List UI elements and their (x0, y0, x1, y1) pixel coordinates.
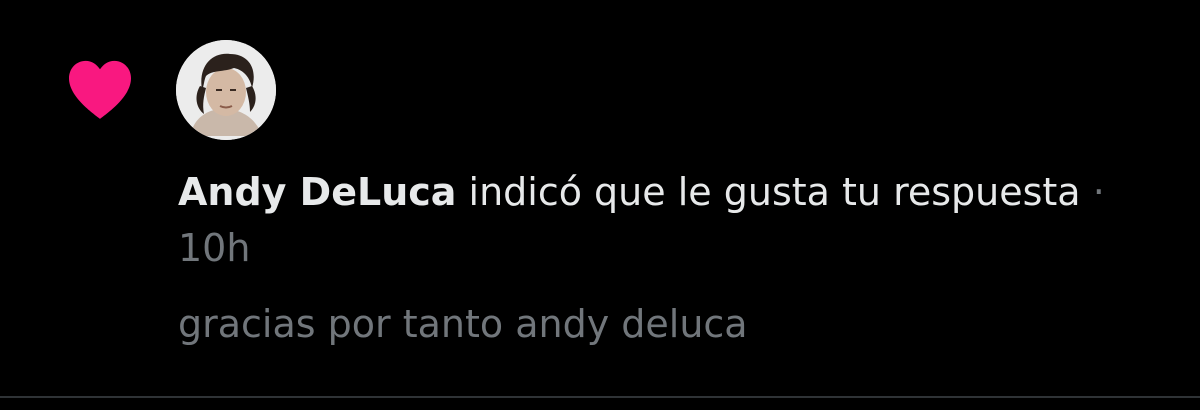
action-text: indicó que le gusta tu respuesta (468, 170, 1081, 214)
timestamp[interactable]: 10h (178, 226, 250, 270)
avatar[interactable] (176, 40, 276, 140)
avatar-image (176, 40, 276, 140)
notification-message: Andy DeLuca indicó que le gusta tu respu… (178, 164, 1158, 276)
author-name[interactable]: Andy DeLuca (178, 170, 456, 214)
divider (0, 396, 1200, 398)
separator: · (1092, 170, 1105, 214)
reply-preview-text: gracias por tanto andy deluca (178, 302, 748, 346)
like-notification[interactable]: Andy DeLuca indicó que le gusta tu respu… (0, 0, 1200, 396)
heart-icon (69, 60, 131, 119)
